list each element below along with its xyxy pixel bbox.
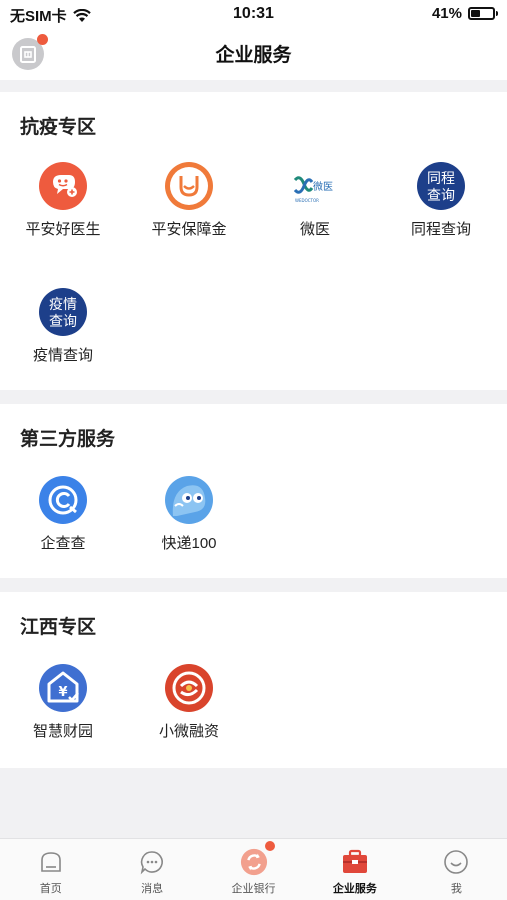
tab-enterprise-services[interactable]: 企业服务	[304, 839, 405, 900]
corporate-bank-icon	[240, 848, 268, 876]
tile-label: 快递100	[161, 535, 217, 552]
pingan-bag-icon	[165, 162, 213, 210]
section-jiangxi: 江西专区 ¥ 智慧财园 小微融资	[0, 592, 507, 768]
nav-bar: 企业服务	[0, 28, 507, 80]
smart-park-icon: ¥	[39, 664, 87, 712]
message-icon	[138, 848, 166, 876]
section-epidemic: 抗疫专区 平安好医生 平安保障金 微医 WEDOCTOR 微医 同程 查询 同程…	[0, 92, 507, 390]
service-kuaidi100[interactable]: 快递100	[126, 476, 252, 553]
tile-label: 疫情查询	[32, 347, 93, 364]
service-weiyi[interactable]: 微医 WEDOCTOR 微医	[252, 162, 378, 239]
notification-dot	[264, 841, 275, 851]
tab-label: 企业银行	[231, 883, 276, 895]
tab-messages[interactable]: 消息	[101, 839, 202, 900]
section-title: 江西专区	[20, 617, 97, 638]
tab-me[interactable]: 我	[406, 839, 507, 900]
service-pingan-doctor[interactable]: 平安好医生	[0, 162, 126, 239]
service-tongcheng-query[interactable]: 同程 查询 同程查询	[378, 162, 504, 239]
status-time: 10:31	[233, 5, 274, 22]
epidemic-logo-line1: 疫情	[49, 297, 77, 313]
tile-label: 微医	[299, 221, 330, 238]
epidemic-logo-line2: 查询	[49, 314, 77, 330]
micro-finance-icon	[165, 664, 213, 712]
tile-label: 平安保障金	[151, 221, 227, 238]
qichacha-icon	[39, 476, 87, 524]
weiyi-logo-text: 微医	[313, 180, 333, 193]
status-bar: 无SIM卡 10:31 41%	[0, 0, 507, 28]
weiyi-logo-sub: WEDOCTOR	[295, 198, 319, 203]
tongcheng-logo-line2: 查询	[427, 188, 455, 204]
weiyi-icon: 微医 WEDOCTOR	[291, 162, 339, 210]
tile-label: 小微融资	[158, 723, 219, 740]
battery-fill	[471, 10, 480, 17]
tab-corporate-bank[interactable]: 企业银行	[203, 839, 304, 900]
service-micro-finance[interactable]: 小微融资	[126, 664, 252, 741]
service-pingan-guarantee[interactable]: 平安保障金	[126, 162, 252, 239]
tile-label: 同程查询	[410, 221, 471, 238]
section-title: 第三方服务	[20, 429, 116, 450]
smiley-icon	[442, 848, 470, 876]
tab-label: 企业服务	[332, 883, 377, 895]
tongcheng-logo-line1: 同程	[427, 171, 455, 187]
status-right: 41%	[431, 5, 498, 22]
service-qichacha[interactable]: 企查查	[0, 476, 126, 553]
briefcase-icon	[341, 848, 369, 876]
tile-label: 智慧财园	[32, 723, 93, 740]
section-title: 抗疫专区	[20, 117, 97, 138]
kuaidi100-icon	[165, 476, 213, 524]
service-epidemic-query[interactable]: 疫情 查询 疫情查询	[0, 288, 126, 365]
tab-label: 首页	[39, 883, 62, 895]
tab-label: 我	[450, 883, 462, 895]
section-third-party: 第三方服务 企查查 快递100	[0, 404, 507, 578]
tab-home[interactable]: 首页	[0, 839, 101, 900]
tab-bar: 首页 消息 企业银行 企业服务 我	[0, 838, 507, 900]
tile-label: 企查查	[40, 535, 86, 552]
service-smart-park[interactable]: ¥ 智慧财园	[0, 664, 126, 741]
battery-percent: 41%	[431, 5, 462, 22]
page-title: 企业服务	[215, 45, 292, 66]
epidemic-query-icon: 疫情 查询	[39, 288, 87, 336]
yuan-symbol: ¥	[58, 685, 67, 700]
home-icon	[37, 848, 65, 876]
pingan-doctor-icon	[39, 162, 87, 210]
tongcheng-query-icon: 同程 查询	[417, 162, 465, 210]
battery-icon	[468, 7, 498, 20]
tile-label: 平安好医生	[25, 221, 101, 238]
tab-label: 消息	[141, 883, 164, 895]
